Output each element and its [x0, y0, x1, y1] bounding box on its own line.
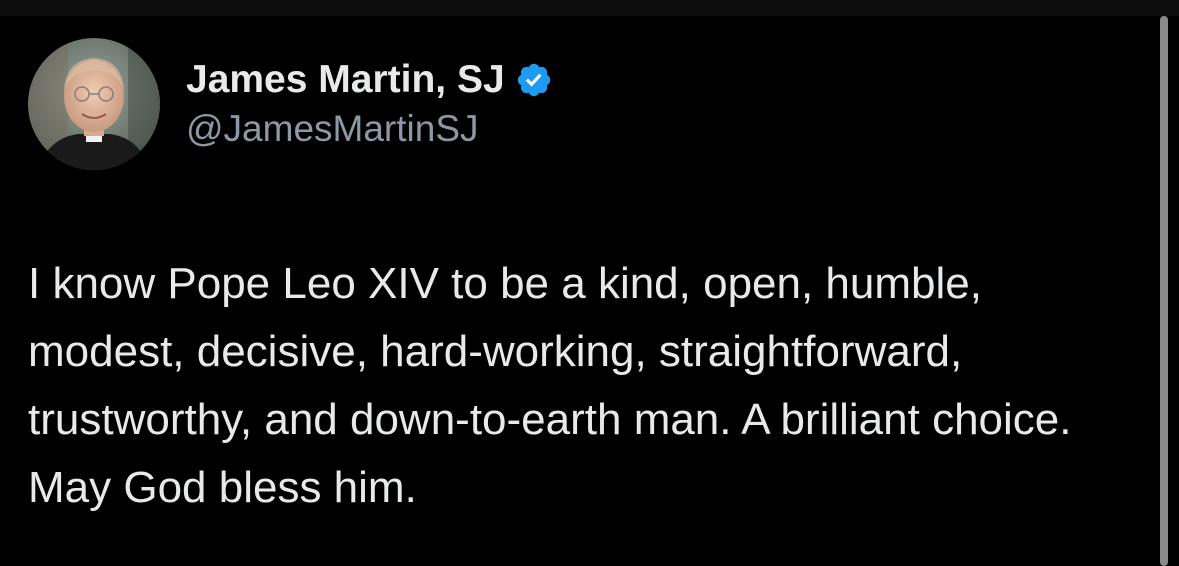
scrollbar-thumb[interactable]: [1160, 16, 1168, 566]
avatar[interactable]: [28, 38, 160, 170]
display-name[interactable]: James Martin, SJ: [186, 58, 505, 102]
tweet-text: I know Pope Leo XIV to be a kind, open, …: [28, 259, 1084, 512]
author-info: James Martin, SJ @JamesMartinSJ: [186, 58, 553, 150]
tweet-header: James Martin, SJ @JamesMartinSJ: [28, 38, 1138, 170]
user-handle[interactable]: @JamesMartinSJ: [186, 108, 553, 150]
verified-badge-icon: [515, 61, 553, 99]
tweet: James Martin, SJ @JamesMartinSJ I know P…: [28, 38, 1138, 522]
name-row: James Martin, SJ: [186, 58, 553, 102]
top-bar: [0, 0, 1179, 16]
